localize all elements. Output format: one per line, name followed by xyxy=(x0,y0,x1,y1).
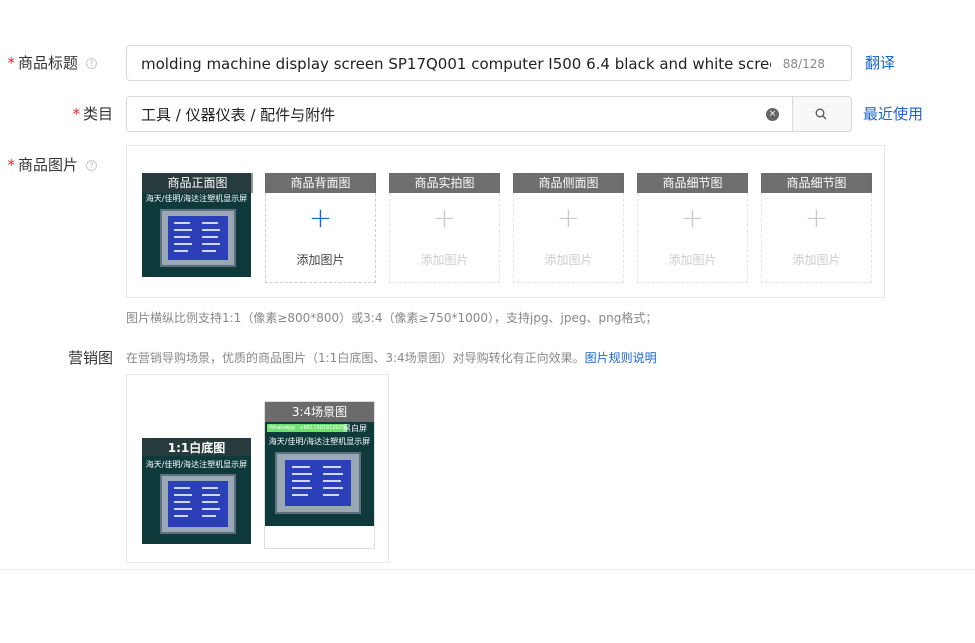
title-input[interactable]: molding machine display screen SP17Q001 … xyxy=(126,45,852,81)
image-slot-front[interactable]: 海天/佳明/海达注塑机显示屏 商品正面图 xyxy=(142,173,253,283)
plus-icon: + xyxy=(556,201,581,234)
required-mark: * xyxy=(72,105,80,123)
slot-caption: 商品细节图 xyxy=(761,173,872,193)
title-char-count: 88/128 xyxy=(782,57,825,71)
image-slot-real[interactable]: 商品实拍图 + 添加图片 xyxy=(389,173,500,283)
image-slot-detail-1[interactable]: 商品细节图 + 添加图片 xyxy=(637,173,748,283)
add-image-label: 添加图片 xyxy=(792,253,841,267)
category-field-label: * 类目 xyxy=(72,105,113,123)
category-search-button[interactable] xyxy=(792,96,852,132)
marketing-label: 营销图 xyxy=(67,349,113,367)
slot-caption: 商品侧面图 xyxy=(513,173,624,193)
recent-used-button[interactable]: 最近使用 xyxy=(863,103,923,124)
image-format-hint: 图片横纵比例支持1:1（像素≥800*800）或3:4（像素≥750*1000）… xyxy=(126,311,658,325)
photo-caption: 海天/佳明/海达注塑机显示屏 xyxy=(268,437,371,446)
search-icon xyxy=(815,108,827,120)
plus-icon: + xyxy=(308,201,333,234)
clear-icon[interactable]: × xyxy=(766,108,779,121)
slot-caption: 商品细节图 xyxy=(637,173,748,193)
marketing-caption: 3:4场景图 xyxy=(265,402,374,422)
category-value[interactable]: 工具 / 仪器仪表 / 配件与附件 xyxy=(141,97,335,133)
product-images-label: * 商品图片? xyxy=(2,154,97,175)
photo-caption: 海天/佳明/海达注塑机显示屏 xyxy=(145,460,248,469)
plus-icon: + xyxy=(680,201,705,234)
photo-screen xyxy=(160,209,236,267)
image-slot-side[interactable]: 商品侧面图 + 添加图片 xyxy=(513,173,624,283)
product-images-panel: 海天/佳明/海达注塑机显示屏 商品正面图 商品背面图 + 添加图片 商品实拍图 … xyxy=(126,145,885,298)
marketing-images-panel: 1:1白底图 海天/佳明/海达注塑机显示屏 3:4场景图 WhatsApp：+8… xyxy=(126,374,389,563)
help-icon[interactable]: ? xyxy=(86,58,97,69)
category-input[interactable]: 工具 / 仪器仪表 / 配件与附件 × xyxy=(126,96,793,132)
marketing-image-scene: WhatsApp：+8617302910925 黑白屏 海天/佳明/海达注塑机显… xyxy=(265,422,374,526)
slot-caption: 商品实拍图 xyxy=(389,173,500,193)
title-input-value[interactable]: molding machine display screen SP17Q001 … xyxy=(141,46,771,82)
add-image-label: 添加图片 xyxy=(544,253,593,267)
translate-button[interactable]: 翻译 xyxy=(865,52,895,73)
plus-icon: + xyxy=(432,201,457,234)
whatsapp-badge: WhatsApp：+8617302910925 xyxy=(267,424,348,432)
required-mark: * xyxy=(7,156,15,174)
marketing-description: 在营销导购场景，优质的商品图片（1:1白底图、3:4场景图）对导购转化有正向效果… xyxy=(126,351,657,365)
title-field-label: * 商品标题? xyxy=(2,52,97,73)
marketing-caption: 1:1白底图 xyxy=(167,441,226,455)
slot-caption: 商品背面图 xyxy=(265,173,376,193)
plus-icon: + xyxy=(804,201,829,234)
marketing-image-scene-frame[interactable]: 3:4场景图 WhatsApp：+8617302910925 黑白屏 海天/佳明… xyxy=(264,401,375,549)
image-slot-back[interactable]: 商品背面图 + 添加图片 xyxy=(265,173,376,283)
add-image-label: 添加图片 xyxy=(296,253,345,267)
add-image-label: 添加图片 xyxy=(668,253,717,267)
badge-suffix: 黑白屏 xyxy=(343,424,367,433)
section-divider xyxy=(0,569,975,570)
marketing-image-square[interactable]: 1:1白底图 海天/佳明/海达注塑机显示屏 xyxy=(142,438,251,544)
image-slot-detail-2[interactable]: 商品细节图 + 添加图片 xyxy=(761,173,872,283)
photo-caption: 海天/佳明/海达注塑机显示屏 xyxy=(145,194,248,203)
help-icon[interactable]: ? xyxy=(86,160,97,171)
image-rules-link[interactable]: 图片规则说明 xyxy=(585,351,657,365)
slot-caption: 商品正面图 xyxy=(142,173,253,193)
add-image-label: 添加图片 xyxy=(420,253,469,267)
required-mark: * xyxy=(7,54,15,72)
